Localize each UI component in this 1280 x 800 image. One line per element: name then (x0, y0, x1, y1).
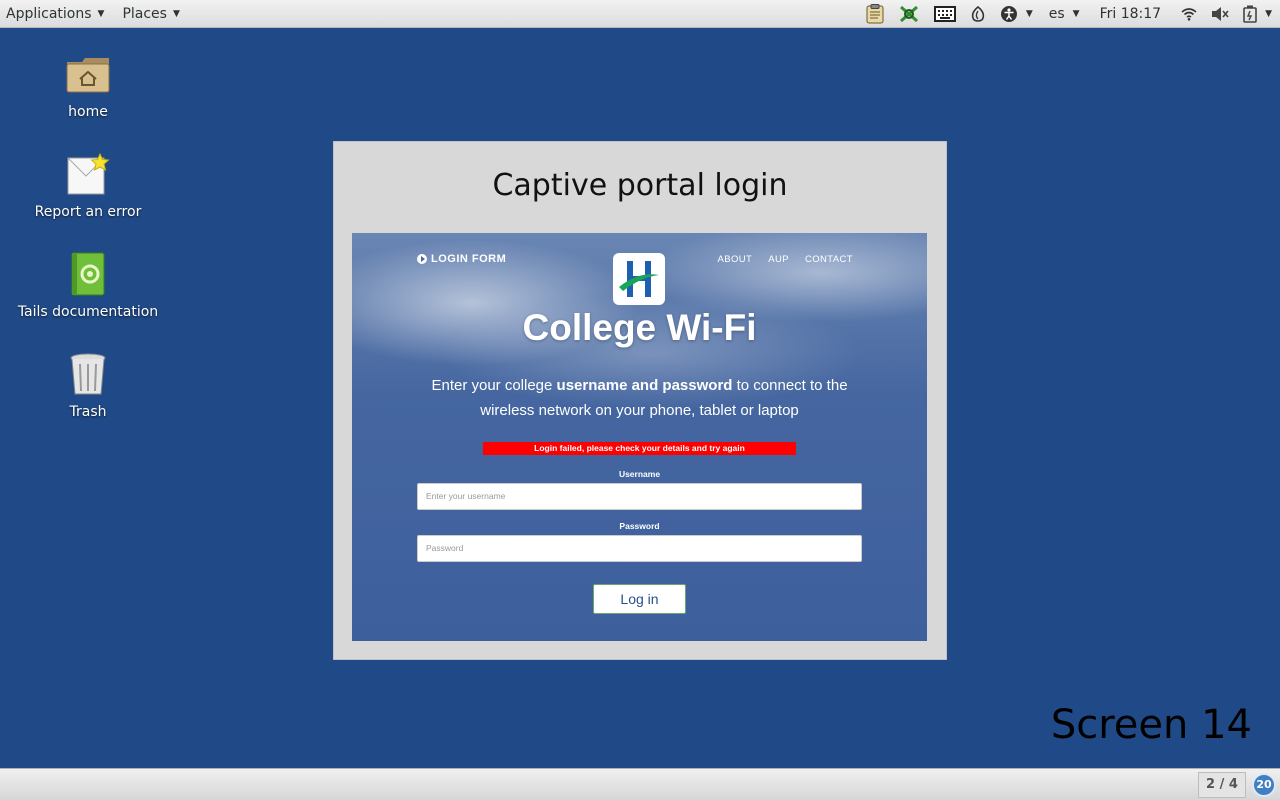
password-label: Password (619, 521, 660, 531)
username-input[interactable]: Enter your username (417, 483, 862, 510)
language-label: es (1048, 5, 1065, 22)
password-input[interactable]: Password (417, 535, 862, 562)
chevron-down-icon: ▼ (97, 8, 105, 19)
play-icon (417, 254, 427, 264)
nav-about-link[interactable]: ABOUT (718, 254, 753, 265)
vidalia-icon[interactable] (898, 0, 920, 28)
clipboard-icon[interactable] (866, 0, 884, 28)
nav-aup-link[interactable]: AUP (768, 254, 789, 265)
portal-nav: ABOUT AUP CONTACT (718, 254, 853, 265)
desktop-icon-trash[interactable]: Trash (8, 350, 168, 420)
language-indicator[interactable]: es ▼ (1049, 0, 1080, 28)
top-panel: Applications ▼ Places ▼ ▼ es ▼ Fri 18:17 (0, 0, 1280, 28)
home-folder-icon (64, 50, 112, 98)
notification-badge[interactable]: 20 (1252, 773, 1276, 797)
system-tray: ▼ es ▼ Fri 18:17 ▼ (852, 0, 1280, 28)
desktop-icon-report-error[interactable]: Report an error (8, 150, 168, 220)
portal-description: Enter your college username and password… (412, 373, 867, 423)
window-title: Captive portal login (492, 168, 788, 203)
trash-icon (64, 350, 112, 398)
places-menu[interactable]: Places ▼ (116, 0, 185, 28)
workspace-switcher[interactable]: 2 / 4 (1198, 772, 1246, 798)
applications-menu-label: Applications (6, 5, 92, 22)
login-button[interactable]: Log in (593, 584, 686, 614)
nav-login-form-label: LOGIN FORM (431, 253, 507, 265)
report-error-icon (64, 150, 112, 198)
chevron-down-icon: ▼ (1025, 8, 1033, 19)
login-error-banner: Login failed, please check your details … (483, 442, 796, 455)
nav-contact-link[interactable]: CONTACT (805, 254, 853, 265)
chevron-down-icon: ▼ (1072, 8, 1080, 19)
clock-label: Fri 18:17 (1099, 5, 1162, 22)
description-bold: username and password (556, 377, 733, 394)
desktop-icon-label: home (68, 104, 108, 120)
captive-portal-page: LOGIN FORM ABOUT AUP CONTACT College Wi-… (352, 233, 927, 641)
battery-icon[interactable]: ▼ (1243, 0, 1272, 28)
portal-heading: College Wi-Fi (522, 307, 757, 348)
captive-portal-window: Captive portal login LOGIN FORM ABOUT AU… (333, 141, 947, 660)
nav-login-form[interactable]: LOGIN FORM (417, 253, 506, 265)
college-logo (613, 253, 665, 305)
chevron-down-icon: ▼ (172, 8, 180, 19)
places-menu-label: Places (122, 5, 167, 22)
chevron-down-icon: ▼ (1265, 8, 1272, 19)
username-placeholder: Enter your username (426, 491, 506, 501)
accessibility-icon[interactable]: ▼ (1000, 0, 1033, 28)
keyboard-icon[interactable] (933, 0, 956, 28)
desktop-icon-tails-documentation[interactable]: Tails documentation (8, 250, 168, 320)
desktop-icon-label: Tails documentation (17, 304, 159, 320)
username-label: Username (618, 469, 661, 479)
desktop-icon-home[interactable]: home (8, 50, 168, 120)
desktop-icon-label: Trash (69, 404, 107, 420)
documentation-icon (64, 250, 112, 298)
password-placeholder: Password (426, 543, 464, 553)
description-text: Enter your college (431, 377, 557, 394)
desktop-icon-label: Report an error (34, 204, 142, 220)
bottom-panel: 2 / 4 20 (0, 768, 1280, 800)
volume-icon[interactable] (1211, 0, 1229, 28)
tor-onion-icon[interactable] (970, 0, 986, 28)
wifi-icon[interactable] (1181, 0, 1197, 28)
applications-menu[interactable]: Applications ▼ (0, 0, 110, 28)
screen-label: Screen 14 (1050, 702, 1252, 748)
clock[interactable]: Fri 18:17 (1100, 0, 1161, 28)
